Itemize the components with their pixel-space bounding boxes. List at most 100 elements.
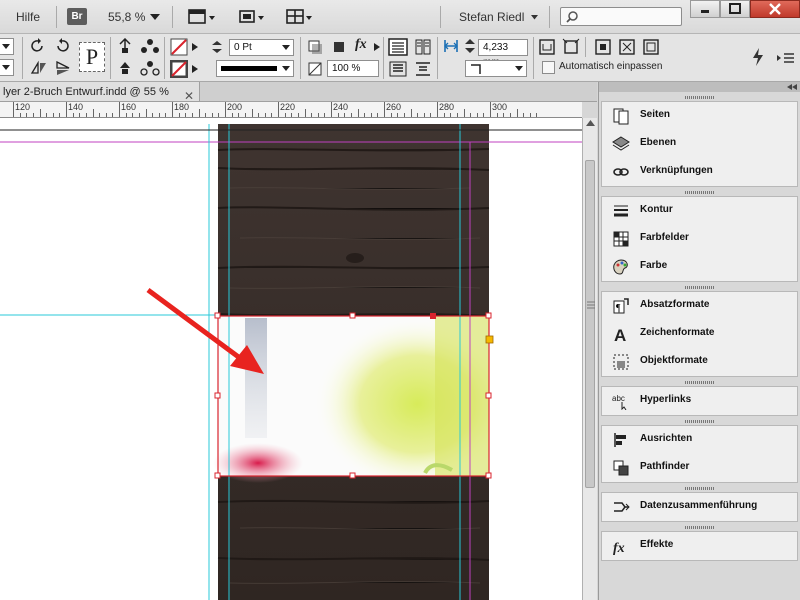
user-dropdown-icon[interactable] — [531, 15, 538, 20]
select-container-icon[interactable] — [116, 38, 134, 54]
gap-stepper-icon[interactable] — [465, 39, 475, 53]
drop-shadow-icon[interactable] — [307, 39, 323, 55]
bridge-button[interactable]: Br — [67, 8, 87, 25]
ruler-minor-tick — [496, 113, 498, 117]
panel-group-grip[interactable] — [685, 191, 715, 194]
reference-point-dropdown-2[interactable] — [0, 59, 14, 76]
panel-item-layers[interactable]: Ebenen — [602, 131, 800, 157]
panel-item-hyperlinks[interactable]: abc Hyperlinks — [602, 388, 800, 414]
stroke-weight-field[interactable]: 0 Pt — [229, 39, 294, 56]
select-content-icon[interactable] — [140, 38, 160, 54]
align-center-vertical-icon[interactable] — [414, 60, 432, 78]
fit-frame-to-content-icon[interactable] — [562, 38, 580, 56]
object-styles-icon — [613, 354, 629, 370]
fit-content-to-frame-icon[interactable] — [538, 38, 556, 56]
zoom-level[interactable]: 55,8 % — [108, 8, 145, 26]
panel-item-pages[interactable]: Seiten — [602, 103, 800, 129]
opacity-icon[interactable] — [307, 61, 323, 77]
panel-group-grip[interactable] — [685, 96, 715, 99]
document-tab[interactable]: lyer 2-Bruch Entwurf.indd @ 55 % ✕ — [0, 82, 200, 102]
ruler-minor-tick — [456, 113, 458, 117]
search-input[interactable] — [560, 7, 682, 26]
select-next-icon[interactable] — [140, 60, 160, 76]
fill-arrow-icon[interactable] — [192, 43, 198, 51]
panel-item-swatches[interactable]: Farbfelder — [602, 226, 800, 252]
minimize-button[interactable] — [690, 0, 720, 18]
panel-item-data-merge[interactable]: Datenzusammenführung — [602, 494, 800, 520]
opacity-field[interactable]: 100 % — [327, 60, 379, 77]
auto-fit-checkbox[interactable] — [542, 61, 555, 74]
grip-icon — [587, 301, 595, 309]
maximize-button[interactable] — [720, 0, 750, 18]
ruler-minor-tick — [238, 113, 240, 117]
stroke-weight-stepper-icon[interactable] — [210, 40, 224, 54]
zoom-dropdown-icon[interactable] — [150, 14, 160, 21]
ruler-minor-tick — [344, 113, 346, 117]
select-previous-icon[interactable] — [116, 60, 134, 76]
help-menu[interactable]: Hilfe — [16, 8, 40, 26]
user-account[interactable]: Stefan Riedl — [459, 8, 524, 26]
panel-group-grip[interactable] — [685, 487, 715, 490]
panel-group-grip[interactable] — [685, 526, 715, 529]
center-content-icon[interactable] — [594, 38, 612, 56]
close-tab-icon[interactable]: ✕ — [184, 86, 194, 101]
effects-button[interactable]: fx — [355, 37, 367, 53]
document-canvas[interactable] — [0, 118, 582, 600]
flip-vertical-icon[interactable] — [54, 60, 72, 76]
reference-point-dropdown[interactable] — [0, 38, 14, 55]
view-options-icon[interactable] — [186, 8, 216, 26]
panel-item-links[interactable]: Verknüpfungen — [602, 159, 800, 185]
corner-options-dropdown[interactable] — [465, 60, 527, 77]
quick-apply-icon[interactable] — [752, 48, 764, 66]
flip-horizontal-icon[interactable] — [30, 60, 48, 76]
control-panel: P 0 Pt fx 100 % 4,233 mm — [0, 34, 800, 82]
fill-none-icon[interactable] — [170, 38, 188, 56]
panel-item-object-styles[interactable]: Objektformate — [602, 349, 800, 375]
close-button[interactable] — [750, 0, 800, 18]
panel-group-grip[interactable] — [685, 420, 715, 423]
maximize-icon — [729, 3, 741, 14]
horizontal-ruler[interactable]: 120 140 160 180 200 220 240 260 280 300 — [0, 102, 582, 118]
panel-menu-icon[interactable] — [777, 52, 795, 64]
gap-size-icon[interactable] — [443, 38, 459, 54]
ruler-minor-tick — [536, 113, 538, 117]
panel-item-align[interactable]: Ausrichten — [602, 427, 800, 453]
shadow-icon[interactable] — [331, 39, 347, 55]
gap-field[interactable]: 4,233 mm — [478, 39, 528, 68]
panel-item-paragraph-styles[interactable]: ¶ Absatzformate — [602, 293, 800, 319]
align-top-icon[interactable] — [388, 60, 408, 78]
collapse-panels-icon[interactable] — [787, 84, 797, 90]
panel-item-effects[interactable]: fx Effekte — [602, 533, 800, 559]
panel-item-label: Ausrichten — [640, 433, 693, 444]
stroke-none-icon[interactable] — [170, 60, 188, 78]
effects-arrow-icon[interactable] — [374, 43, 380, 51]
separator — [22, 37, 23, 79]
fill-frame-proportionally-icon[interactable] — [618, 38, 636, 56]
text-frame-options-icon[interactable] — [388, 38, 408, 56]
vertical-scrollbar[interactable] — [582, 118, 597, 600]
ruler-label: 120 — [15, 102, 31, 112]
arrange-documents-icon[interactable] — [284, 8, 314, 26]
stroke-arrow-icon[interactable] — [192, 65, 198, 73]
panel-item-pathfinder[interactable]: Pathfinder — [602, 455, 800, 481]
rotate-ccw-icon[interactable] — [54, 38, 70, 54]
panel-item-label: Pathfinder — [640, 461, 690, 472]
ruler-minor-tick — [284, 113, 286, 117]
ruler-label: 240 — [333, 102, 349, 112]
stroke-type-dropdown[interactable] — [216, 60, 294, 77]
columns-icon[interactable] — [414, 38, 432, 56]
panel-group-grip[interactable] — [685, 381, 715, 384]
rotate-cw-icon[interactable] — [30, 38, 46, 54]
scroll-up-icon[interactable] — [586, 120, 595, 126]
panel-group-grip[interactable] — [685, 286, 715, 289]
ruler-minor-tick — [271, 113, 273, 117]
panel-item-color[interactable]: Farbe — [602, 254, 800, 280]
screen-mode-icon[interactable] — [236, 8, 266, 26]
fit-content-proportionally-icon[interactable] — [642, 38, 660, 56]
panel-dock-header[interactable] — [599, 82, 800, 92]
panel-item-stroke[interactable]: Kontur — [602, 198, 800, 224]
ruler-minor-tick — [523, 113, 525, 117]
panel-item-character-styles[interactable]: A Zeichenformate — [602, 321, 800, 347]
type-on-path-button[interactable]: P — [79, 42, 105, 72]
scrollbar-thumb[interactable] — [585, 160, 595, 488]
